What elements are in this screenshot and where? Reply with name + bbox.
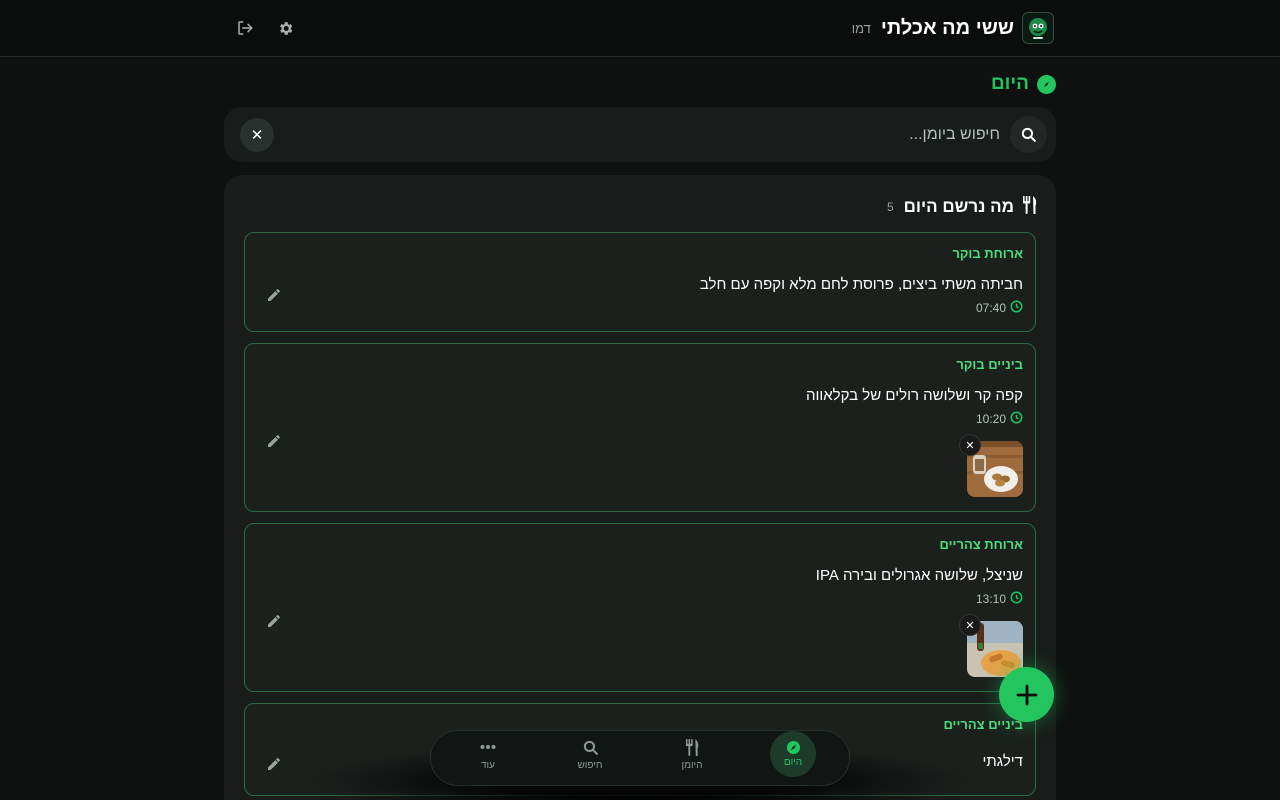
nav-item-today[interactable]: היום <box>758 731 828 781</box>
meal-time-value: 13:10 <box>975 592 1006 606</box>
today-log-panel: מה נרשם היום 5 ארוחת בוקר חביתה משתי ביצ… <box>224 175 1056 800</box>
meal-type: ביניים צהריים <box>943 717 1023 732</box>
app-title: ששי מה אכלתי <box>880 16 1014 39</box>
nav-label: חיפוש <box>577 760 603 771</box>
page-title: היום <box>991 73 1029 94</box>
clock-icon <box>1010 411 1023 427</box>
clock-icon <box>1010 300 1023 316</box>
meal-time-value: 10:20 <box>975 412 1006 426</box>
clear-search-button[interactable]: ✕ <box>240 118 274 152</box>
search-bar: ✕ <box>224 107 1056 162</box>
meal-card[interactable]: ביניים בוקר קפה קר ושלושה רולים של בקלאו… <box>244 343 1036 512</box>
remove-photo-button[interactable]: ✕ <box>959 614 981 636</box>
search-input[interactable] <box>300 119 1000 150</box>
settings-gear-icon[interactable] <box>273 16 297 40</box>
brand: ששי מה אכלתי דמו <box>852 12 1054 44</box>
edit-pencil-icon[interactable] <box>265 286 283 304</box>
log-title: מה נרשם היום <box>903 197 1014 216</box>
app-logo <box>1022 12 1054 44</box>
more-icon <box>478 737 498 757</box>
search-button[interactable] <box>1010 116 1047 153</box>
search-icon <box>580 737 600 757</box>
meal-description: שניצל, שלושה אגרולים ובירה IPA <box>815 567 1023 584</box>
log-count: 5 <box>886 200 894 214</box>
edit-pencil-icon[interactable] <box>265 755 283 773</box>
meal-type: ארוחת צהריים <box>939 537 1023 552</box>
utensils-icon <box>682 737 702 757</box>
nav-label: היומן <box>681 760 703 771</box>
demo-badge: דמו <box>851 20 871 36</box>
section-header: היום <box>991 73 1056 95</box>
utensils-icon <box>1022 195 1038 219</box>
logout-icon[interactable] <box>233 16 257 40</box>
nav-item-more[interactable]: עוד <box>453 737 523 781</box>
meal-time: 10:20 <box>976 411 1023 427</box>
meal-description: דילגתי <box>982 753 1023 770</box>
meal-time: 07:40 <box>976 300 1023 316</box>
meal-type: ארוחת בוקר <box>952 246 1023 261</box>
bottom-nav: היום היומן חיפוש עוד <box>430 730 850 786</box>
compass-icon <box>1037 74 1056 94</box>
nav-label: עוד <box>481 760 495 771</box>
meal-time: 13:10 <box>976 591 1023 607</box>
meal-card[interactable]: ארוחת צהריים שניצל, שלושה אגרולים ובירה … <box>244 523 1036 692</box>
meal-description: חביתה משתי ביצים, פרוסת לחם מלא וקפה עם … <box>699 276 1023 293</box>
log-header: מה נרשם היום 5 <box>886 195 1038 219</box>
nav-item-search[interactable]: חיפוש <box>555 737 625 781</box>
meal-time-value: 07:40 <box>975 301 1006 315</box>
remove-photo-button[interactable]: ✕ <box>959 434 981 456</box>
clock-icon <box>1010 591 1023 607</box>
meal-card[interactable]: ארוחת בוקר חביתה משתי ביצים, פרוסת לחם מ… <box>244 232 1036 332</box>
nav-item-journal[interactable]: היומן <box>657 737 727 781</box>
meal-type: ביניים בוקר <box>956 357 1023 372</box>
edit-pencil-icon[interactable] <box>265 432 283 450</box>
edit-pencil-icon[interactable] <box>265 612 283 630</box>
nav-label: היום <box>783 757 803 768</box>
top-bar: ששי מה אכלתי דמו <box>0 0 1280 57</box>
add-entry-button[interactable] <box>999 667 1054 722</box>
compass-icon: היום <box>770 731 816 777</box>
meal-description: קפה קר ושלושה רולים של בקלאווה <box>805 387 1023 404</box>
